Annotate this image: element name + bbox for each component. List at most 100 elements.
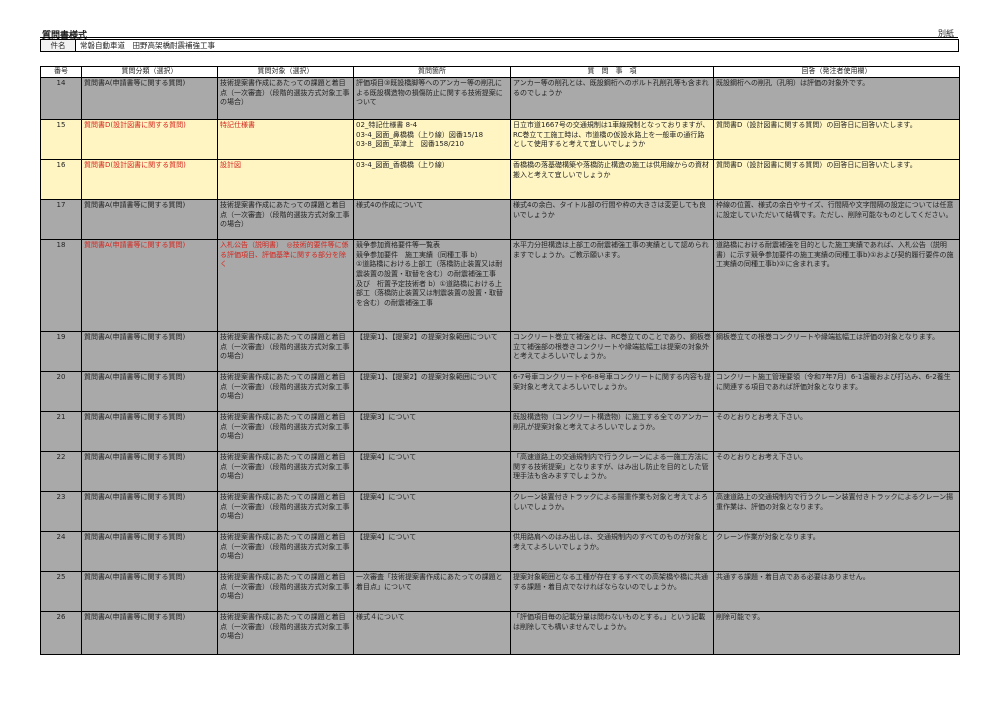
location-cell: 【提案1】、【提案2】の提案対象範囲について — [353, 371, 511, 412]
column-header-answer: 回答（発注者使用欄） — [713, 66, 960, 78]
location-cell: 【提案4】について — [353, 531, 511, 572]
answer-cell: コンクリート施工管理要領（令和7年7月）6-1温暖および打込み、6-2養生に関連… — [713, 371, 960, 412]
case-table: 件名 常磐自動車道 田野高架橋耐震補強工事 — [40, 39, 959, 52]
location-cell: 様式4の作成について — [353, 199, 511, 240]
answer-cell: そのとおりとお考え下さい。 — [713, 451, 960, 492]
table-row: 15 質問書D(設計図書に関する質問) 特記仕様書 02_特記仕様書 8-4 03-4_… — [40, 119, 960, 160]
category-cell: 質問書A(申請書等に関する質問) — [81, 371, 218, 412]
question-cell: コンクリート巻立て補強とは、RC巻立てのことであり、鋼板巻立て補強部の根巻きコン… — [510, 331, 714, 372]
number-cell: 14 — [40, 77, 82, 120]
location-cell: 様式４について — [353, 611, 511, 655]
answer-cell: 既設鋼桁への削孔（孔明）は評価の対象外です。 — [713, 77, 960, 120]
location-cell: 03-4_図面_香橋橋（上り線） — [353, 159, 511, 200]
table-row: 19 質問書A(申請書等に関する質問) 技術提案書作成にあたっての課題と着目点（一次… — [40, 331, 960, 372]
question-cell: 日立市道1667号の交通規制は1車線規制となっておりますが、RC巻立て工施工時は… — [510, 119, 714, 160]
target-cell: 技術提案書作成にあたっての課題と着目点（一次審査）（段階的選抜方式対象工事の場合… — [217, 331, 354, 372]
target-cell: 設計図 — [217, 159, 354, 200]
question-cell: 水平力分担構造は上部工の耐震補強工事の実績として認められますでしょうか。ご教示願… — [510, 239, 714, 332]
location-cell: 一次審査「技術提案書作成にあたっての課題と着目点」について — [353, 571, 511, 612]
target-cell: 技術提案書作成にあたっての課題と着目点（一次審査）（段階的選抜方式対象工事の場合… — [217, 451, 354, 492]
category-cell: 質問書A(申請書等に関する質問) — [81, 331, 218, 372]
question-cell: 既設構造物（コンクリート構造物）に施工する全てのアンカー削孔が提案対象と考えてよ… — [510, 411, 714, 452]
question-cell: 「評価項目毎の記載分量は問わないものとする。」という記載は削除しても構いませんで… — [510, 611, 714, 655]
category-cell: 質問書A(申請書等に関する質問) — [81, 199, 218, 240]
category-cell: 質問書A(申請書等に関する質問) — [81, 611, 218, 655]
category-cell: 質問書D(設計図書に関する質問) — [81, 119, 218, 160]
number-cell: 20 — [40, 371, 82, 412]
question-cell: 香橋橋の落基礎構築や落橋防止構造の施工は供用線からの資材搬入と考えて宜しいでしょ… — [510, 159, 714, 200]
question-cell: アンカー等の削孔とは、既設鋼桁へのボルト孔削孔等も含まれるのでしょうか — [510, 77, 714, 120]
question-cell: クレーン装置付きトラックによる揚重作業も対象と考えてよろしいでしょうか。 — [510, 491, 714, 532]
answer-cell: クレーン作業が対象となります。 — [713, 531, 960, 572]
category-cell: 質問書D(設計図書に関する質問) — [81, 159, 218, 200]
number-cell: 16 — [40, 159, 82, 200]
table-row: 23 質問書A(申請書等に関する質問) 技術提案書作成にあたっての課題と着目点（一次… — [40, 491, 960, 532]
target-cell: 入札公告（説明書） ◎技術的要件等に係る評価項目、評価基準に関する部分を除く — [217, 239, 354, 332]
question-cell: 「高速道路上の交通規制内で行うクレーンによる一施工方法に関する技術提案」となりま… — [510, 451, 714, 492]
case-label: 件名 — [40, 39, 76, 52]
question-cell: 提案対象範囲となる工種が存在するすべての高架橋や橋に共通する課題・着目点でなけれ… — [510, 571, 714, 612]
table-row: 20 質問書A(申請書等に関する質問) 技術提案書作成にあたっての課題と着目点（一次… — [40, 371, 960, 412]
column-header-location: 質問箇所 — [353, 66, 511, 78]
number-cell: 24 — [40, 531, 82, 572]
table-row: 25 質問書A(申請書等に関する質問) 技術提案書作成にあたっての課題と着目点（一次… — [40, 571, 960, 612]
target-cell: 技術提案書作成にあたっての課題と着目点（一次審査）（段階的選抜方式対象工事の場合… — [217, 199, 354, 240]
question-cell: 6-7号車コンクリートや6-8号車コンクリートに関する内容も提案対象と考えてよろ… — [510, 371, 714, 412]
answer-cell: 高速道路上の交通規制内で行うクレーン装置付きトラックによるクレーン揚重作業は、評… — [713, 491, 960, 532]
category-cell: 質問書A(申請書等に関する質問) — [81, 491, 218, 532]
table-row: 17 質問書A(申請書等に関する質問) 技術提案書作成にあたっての課題と着目点（一次… — [40, 199, 960, 240]
number-cell: 15 — [40, 119, 82, 160]
answer-cell: 削除可能です。 — [713, 611, 960, 655]
title-divider — [40, 37, 958, 38]
column-header-target: 質問対象（選択） — [217, 66, 354, 78]
target-cell: 技術提案書作成にあたっての課題と着目点（一次審査）（段階的選抜方式対象工事の場合… — [217, 371, 354, 412]
number-cell: 18 — [40, 239, 82, 332]
number-cell: 22 — [40, 451, 82, 492]
location-cell: 02_特記仕様書 8-4 03-4_図面_鼻橋橋（上り線）図番15/18 03-8_… — [353, 119, 511, 160]
location-cell: 【提案4】について — [353, 451, 511, 492]
table-row: 22 質問書A(申請書等に関する質問) 技術提案書作成にあたっての課題と着目点（一次… — [40, 451, 960, 492]
question-cell: 様式4の余白、タイトル部の行間や枠の大きさは変更しても良いでしょうか — [510, 199, 714, 240]
case-value: 常磐自動車道 田野高架橋耐震補強工事 — [75, 39, 959, 52]
target-cell: 技術提案書作成にあたっての課題と着目点（一次審査）（段階的選抜方式対象工事の場合… — [217, 411, 354, 452]
category-cell: 質問書A(申請書等に関する質問) — [81, 531, 218, 572]
answer-cell: 共通する課題・着目点である必要はありません。 — [713, 571, 960, 612]
question-sheet: 質問書様式 別紙 件名 常磐自動車道 田野高架橋耐震補強工事 番号 質問分類（選… — [0, 0, 1000, 706]
target-cell: 特記仕様書 — [217, 119, 354, 160]
location-cell: 【提案4】について — [353, 491, 511, 532]
answer-cell: そのとおりとお考え下さい。 — [713, 411, 960, 452]
target-cell: 技術提案書作成にあたっての課題と着目点（一次審査）（段階的選抜方式対象工事の場合… — [217, 491, 354, 532]
category-cell: 質問書A(申請書等に関する質問) — [81, 411, 218, 452]
category-cell: 質問書A(申請書等に関する質問) — [81, 451, 218, 492]
category-cell: 質問書A(申請書等に関する質問) — [81, 77, 218, 120]
table-row: 21 質問書A(申請書等に関する質問) 技術提案書作成にあたっての課題と着目点（一次… — [40, 411, 960, 452]
column-header-category: 質問分類（選択） — [81, 66, 218, 78]
location-cell: 評価項目③既設橋脚等へのアンカー等の削孔による既設構造物の損傷防止に関する技術提… — [353, 77, 511, 120]
header-row: 番号 質問分類（選択） 質問対象（選択） 質問箇所 質 問 事 項 回答（発注者… — [40, 66, 960, 78]
target-cell: 技術提案書作成にあたっての課題と着目点（一次審査）（段階的選抜方式対象工事の場合… — [217, 531, 354, 572]
number-cell: 25 — [40, 571, 82, 612]
table-row: 18 質問書A(申請書等に関する質問) 入札公告（説明書） ◎技術的要件等に係る評価… — [40, 239, 960, 332]
table-row: 14 質問書A(申請書等に関する質問) 技術提案書作成にあたっての課題と着目点（一次… — [40, 77, 960, 120]
number-cell: 26 — [40, 611, 82, 655]
answer-cell: 質問書D（設計図書に関する質問）の回答日に回答いたします。 — [713, 159, 960, 200]
number-cell: 19 — [40, 331, 82, 372]
target-cell: 技術提案書作成にあたっての課題と着目点（一次審査）（段階的選抜方式対象工事の場合… — [217, 571, 354, 612]
answer-cell: 鋼板巻立ての根巻コンクリートや縁端拡幅工は評価の対象となります。 — [713, 331, 960, 372]
table-row: 24 質問書A(申請書等に関する質問) 技術提案書作成にあたっての課題と着目点（一次… — [40, 531, 960, 572]
location-cell: 競争参加資格要件等一覧表 競争参加要件 施工実績（同種工事 b） ①道路橋における上… — [353, 239, 511, 332]
location-cell: 【提案1】、【提案2】の提案対象範囲について — [353, 331, 511, 372]
answer-cell: 質問書D（設計図書に関する質問）の回答日に回答いたします。 — [713, 119, 960, 160]
number-cell: 23 — [40, 491, 82, 532]
target-cell: 技術提案書作成にあたっての課題と着目点（一次審査）（段階的選抜方式対象工事の場合… — [217, 77, 354, 120]
category-cell: 質問書A(申請書等に関する質問) — [81, 571, 218, 612]
location-cell: 【提案3】について — [353, 411, 511, 452]
answer-cell: 道路橋における耐震補強を目的とした施工実績であれば、入札公告（説明書）に示す競争… — [713, 239, 960, 332]
answer-cell: 枠線の位置、様式の余白やサイズ、行間隔や文字間隔の設定については任意に設定してい… — [713, 199, 960, 240]
number-cell: 21 — [40, 411, 82, 452]
target-cell: 技術提案書作成にあたっての課題と着目点（一次審査）（段階的選抜方式対象工事の場合… — [217, 611, 354, 655]
table-row: 16 質問書D(設計図書に関する質問) 設計図 03-4_図面_香橋橋（上り線） 香橋橋… — [40, 159, 960, 200]
category-cell: 質問書A(申請書等に関する質問) — [81, 239, 218, 332]
column-header-question: 質 問 事 項 — [510, 66, 714, 78]
table-row: 26 質問書A(申請書等に関する質問) 技術提案書作成にあたっての課題と着目点（一次… — [40, 611, 960, 655]
